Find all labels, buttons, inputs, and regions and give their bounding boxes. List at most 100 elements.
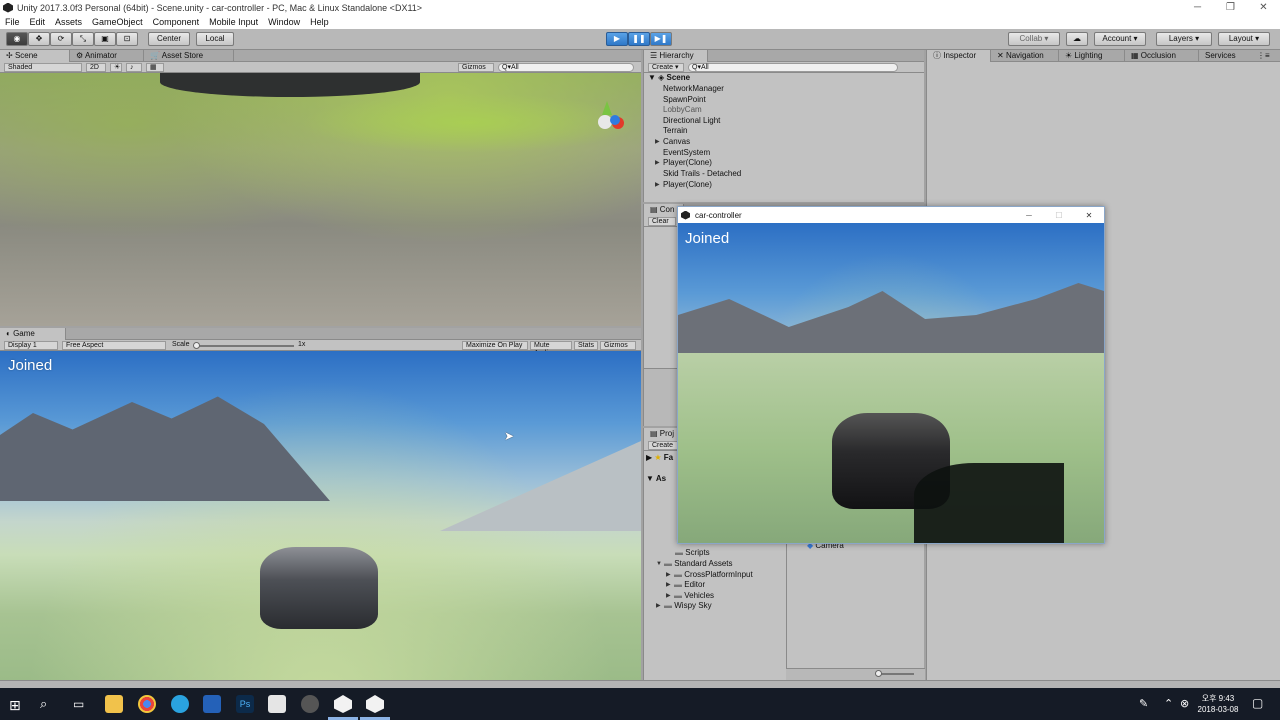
minimize-icon[interactable]: ─ — [1181, 0, 1214, 15]
expand-arrow-icon[interactable]: ▶ — [666, 591, 671, 601]
hierarchy-scene-root[interactable]: ▼ ◈ Scene — [648, 73, 690, 82]
account-dropdown[interactable]: Account ▾ — [1094, 32, 1146, 46]
network-icon[interactable]: ⊗ — [1180, 697, 1189, 710]
telegram-icon[interactable] — [171, 695, 189, 713]
notification-icon[interactable]: ▢ — [1252, 696, 1263, 710]
transform-tool-icon[interactable]: ⊡ — [116, 32, 138, 46]
close-icon[interactable]: ✕ — [1074, 211, 1104, 220]
app-icon[interactable] — [301, 695, 319, 713]
hand-tool-icon[interactable]: ◉ — [6, 32, 28, 46]
project-folder[interactable]: ▬ Standard Assets — [664, 559, 733, 569]
pivot-center-button[interactable]: Center — [148, 32, 190, 46]
unity-player-taskbar-icon[interactable] — [366, 695, 384, 713]
close-icon[interactable]: ✕ — [1247, 0, 1280, 15]
play-button[interactable]: ▶ — [606, 32, 628, 46]
tab-occlusion[interactable]: ▦ Occlusion — [1125, 50, 1199, 62]
search-icon[interactable]: ⌕ — [40, 696, 47, 712]
icon-size-slider-handle[interactable] — [875, 670, 882, 677]
scene-viewport[interactable] — [0, 73, 641, 326]
pivot-local-button[interactable]: Local — [196, 32, 234, 46]
unity-taskbar-icon[interactable] — [334, 695, 352, 713]
expand-arrow-icon[interactable]: ▶ — [655, 158, 660, 168]
tab-lighting[interactable]: ☀ Lighting — [1059, 50, 1125, 62]
scale-slider-handle[interactable] — [193, 342, 200, 349]
project-folder[interactable]: ▬ Wispy Sky — [664, 601, 712, 611]
hierarchy-item[interactable]: Player(Clone) — [663, 180, 712, 190]
menu-component[interactable]: Component — [148, 17, 205, 27]
rotate-tool-icon[interactable]: ⟳ — [50, 32, 72, 46]
pdf-viewer-icon[interactable] — [268, 695, 286, 713]
scene-search-input[interactable]: Q▾All — [498, 63, 634, 72]
project-folder[interactable]: ▬ CrossPlatformInput — [674, 570, 753, 580]
tab-asset-store[interactable]: 🛒 Asset Store — [144, 50, 234, 62]
expand-arrow-icon[interactable]: ▼ — [656, 559, 662, 569]
scene-orientation-gizmo[interactable] — [586, 101, 626, 141]
layers-dropdown[interactable]: Layers ▾ — [1156, 32, 1212, 46]
player-viewport[interactable]: Joined — [678, 223, 1104, 543]
menu-gameobject[interactable]: GameObject — [87, 17, 148, 27]
shading-mode-dropdown[interactable]: Shaded — [4, 63, 82, 72]
panel-menu-icon[interactable]: ⋮≡ — [1257, 50, 1270, 61]
player-window-titlebar[interactable]: car-controller ─ ☐ ✕ — [678, 207, 1104, 223]
icon-size-slider[interactable] — [875, 670, 914, 677]
hierarchy-item[interactable]: SpawnPoint — [663, 95, 706, 105]
display-dropdown[interactable]: Display 1 — [4, 341, 58, 350]
menu-assets[interactable]: Assets — [50, 17, 87, 27]
scale-slider[interactable] — [193, 342, 294, 349]
hierarchy-item[interactable]: EventSystem — [663, 148, 710, 158]
expand-arrow-icon[interactable]: ▶ — [666, 570, 671, 580]
tray-up-arrow-icon[interactable]: ⌃ — [1164, 697, 1173, 710]
scene-gizmos-dropdown[interactable]: Gizmos — [458, 63, 494, 72]
file-explorer-icon[interactable] — [105, 695, 123, 713]
project-assets-root[interactable]: ▼ As — [646, 474, 666, 483]
hierarchy-search-input[interactable]: Q▾All — [688, 63, 898, 72]
tab-navigation[interactable]: ✕ Navigation — [991, 50, 1059, 62]
expand-arrow-icon[interactable]: ▶ — [655, 180, 660, 190]
stats-toggle[interactable]: Stats — [574, 341, 598, 350]
photoshop-icon[interactable]: Ps — [236, 695, 254, 713]
tab-inspector[interactable]: ⓘ Inspector — [927, 50, 991, 62]
tab-services[interactable]: Services — [1199, 50, 1253, 62]
aspect-dropdown[interactable]: Free Aspect — [62, 341, 166, 350]
hierarchy-create-dropdown[interactable]: Create ▾ — [648, 63, 684, 72]
clock[interactable]: 오후 9:43 2018-03-08 — [1196, 693, 1240, 715]
menu-edit[interactable]: Edit — [25, 17, 51, 27]
visual-studio-icon[interactable] — [203, 695, 221, 713]
project-favorites[interactable]: ▶ ★ Fa — [646, 453, 673, 462]
collab-button[interactable]: Collab ▾ — [1008, 32, 1060, 46]
layout-dropdown[interactable]: Layout ▾ — [1218, 32, 1270, 46]
task-view-icon[interactable]: ▭ — [73, 697, 84, 711]
cloud-icon[interactable]: ☁ — [1066, 32, 1088, 46]
hierarchy-item[interactable]: Canvas — [663, 137, 690, 147]
pause-button[interactable]: ❚❚ — [628, 32, 650, 46]
hierarchy-item[interactable]: Terrain — [663, 126, 687, 136]
tab-animator[interactable]: ⚙ Animator — [70, 50, 144, 62]
project-folder[interactable]: ▬ Scripts — [675, 548, 710, 558]
menu-mobile-input[interactable]: Mobile Input — [204, 17, 263, 27]
maximize-on-play-toggle[interactable]: Maximize On Play — [462, 341, 528, 350]
hierarchy-item[interactable]: NetworkManager — [663, 84, 724, 94]
project-folder[interactable]: ▬ Vehicles — [674, 591, 714, 601]
tab-game[interactable]: ◐ Game — [0, 328, 66, 340]
tab-scene[interactable]: ✢ Scene — [0, 50, 70, 62]
mute-audio-toggle[interactable]: Mute Audio — [530, 341, 572, 357]
game-viewport[interactable]: Joined ➤ — [0, 351, 641, 680]
mode-2d-toggle[interactable]: 2D — [86, 63, 106, 72]
maximize-icon[interactable]: ☐ — [1044, 211, 1074, 220]
rect-tool-icon[interactable]: ▣ — [94, 32, 116, 46]
menu-window[interactable]: Window — [263, 17, 305, 27]
chrome-icon[interactable] — [138, 695, 156, 713]
expand-arrow-icon[interactable]: ▶ — [655, 137, 660, 147]
lighting-toggle-icon[interactable]: ☀ — [110, 63, 122, 72]
project-folder[interactable]: ▬ Editor — [674, 580, 705, 590]
step-button[interactable]: ▶❚ — [650, 32, 672, 46]
hierarchy-item[interactable]: Player(Clone) — [663, 158, 712, 168]
hierarchy-item[interactable]: Skid Trails - Detached — [663, 169, 741, 179]
menu-file[interactable]: File — [0, 17, 25, 27]
console-clear-button[interactable]: Clear — [648, 217, 676, 226]
audio-toggle-icon[interactable]: ♪ — [126, 63, 142, 72]
hierarchy-item[interactable]: Directional Light — [663, 116, 720, 126]
minimize-icon[interactable]: ─ — [1014, 211, 1044, 220]
expand-arrow-icon[interactable]: ▶ — [656, 601, 661, 611]
windows-start-icon[interactable]: ⊞ — [9, 697, 21, 714]
